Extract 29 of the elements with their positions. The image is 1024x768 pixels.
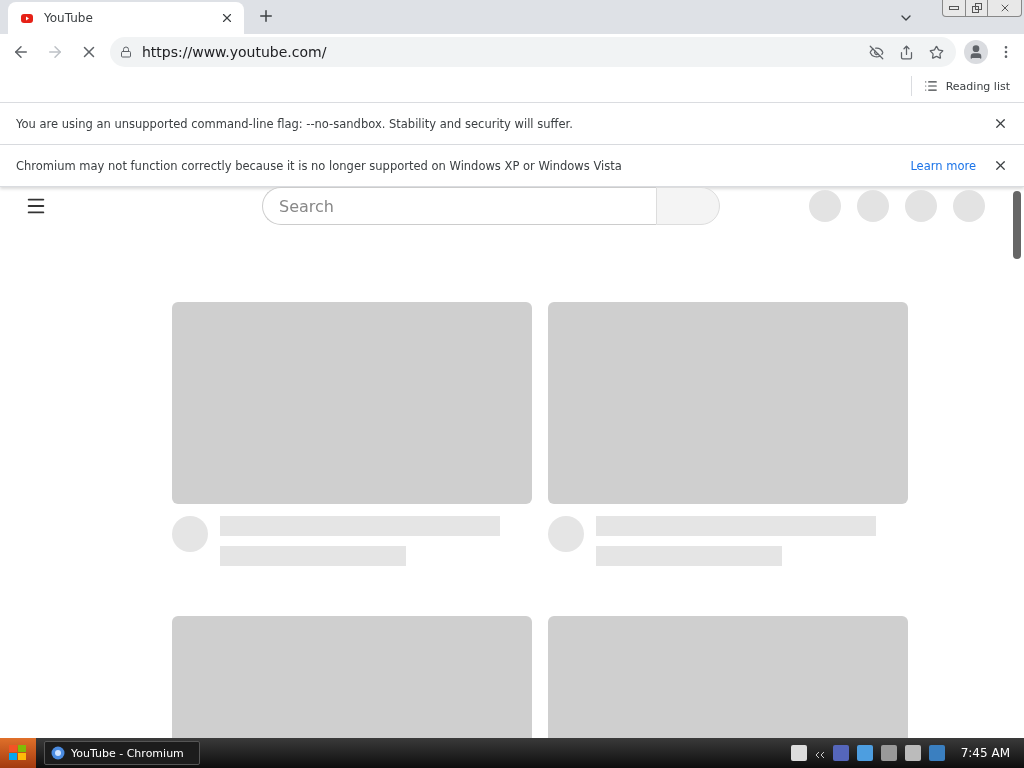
placeholder-circle	[905, 190, 937, 222]
keyboard-icon[interactable]	[790, 745, 807, 761]
start-button[interactable]	[0, 738, 36, 768]
browser-tab[interactable]: YouTube	[8, 2, 244, 34]
avatar-placeholder	[172, 516, 208, 552]
placeholder-circle	[953, 190, 985, 222]
taskbar-window-button[interactable]: YouTube - Chromium	[44, 741, 200, 765]
speaker-icon[interactable]	[880, 745, 897, 761]
infobar-message: You are using an unsupported command-line flag: --no-sandbox. Stability and security will suffer.	[16, 116, 574, 131]
play-logo-icon	[20, 12, 34, 24]
browser-logo-icon	[51, 746, 65, 760]
lock-icon	[120, 46, 132, 58]
profile-icon[interactable]	[964, 40, 988, 64]
tab-title: YouTube	[44, 11, 94, 25]
clock: 7:45 AM	[960, 746, 1010, 760]
reading-list-button[interactable]: Reading list	[910, 76, 1010, 96]
placeholder-circle	[809, 190, 841, 222]
scrollbar-thumb[interactable]	[1012, 191, 1021, 259]
list-icon	[923, 79, 938, 93]
tray-app-icon[interactable]	[928, 745, 945, 761]
infobar-message: Chromium may not function correctly because it is no longer supported on Windows XP or Windows Vista	[16, 158, 623, 173]
network-icon[interactable]	[832, 745, 849, 761]
plug-icon[interactable]	[904, 745, 921, 761]
learn-more-link[interactable]: Learn more	[910, 158, 976, 173]
search-field[interactable]: Search	[262, 187, 656, 225]
placeholder-circle	[857, 190, 889, 222]
avatar-placeholder	[548, 516, 584, 552]
windows-logo-icon	[9, 745, 27, 761]
network-icon[interactable]	[856, 745, 873, 761]
